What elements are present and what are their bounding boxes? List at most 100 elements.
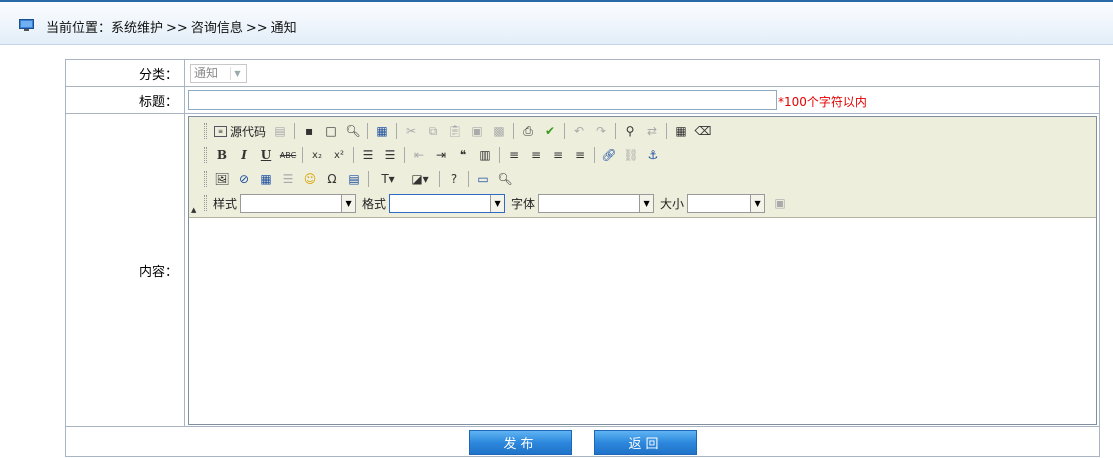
anchor-icon[interactable]: ⚓ bbox=[643, 145, 663, 165]
outdent-icon[interactable]: ⇤ bbox=[409, 145, 429, 165]
source-button[interactable]: ≡ 源代码 bbox=[211, 121, 269, 141]
format-label: 格式 bbox=[362, 196, 387, 211]
toolbar-separator bbox=[666, 123, 668, 139]
toolbar-separator bbox=[468, 171, 469, 187]
page-break-icon[interactable]: ▤ bbox=[344, 169, 364, 189]
font-label: 字体 bbox=[511, 196, 536, 211]
title-row: 标题： *100个字符以内 bbox=[66, 87, 1099, 114]
find-icon[interactable]: ⚲ bbox=[620, 121, 640, 141]
toolbar-separator bbox=[615, 123, 617, 139]
cut-icon[interactable]: ✂ bbox=[401, 121, 421, 141]
title-input[interactable] bbox=[188, 90, 777, 110]
align-left-icon[interactable]: ≡ bbox=[504, 145, 524, 165]
back-button[interactable]: 返回 bbox=[594, 430, 697, 455]
editor-content-area[interactable] bbox=[189, 219, 1096, 424]
about-icon[interactable]: ▣ bbox=[770, 193, 790, 213]
style-combo[interactable]: ▼ bbox=[240, 193, 357, 213]
underline-icon[interactable]: U bbox=[256, 145, 276, 165]
templates-icon[interactable]: ▦ bbox=[372, 121, 392, 141]
blockquote-icon[interactable]: ❝ bbox=[453, 145, 473, 165]
link-icon[interactable]: 🔗︎ bbox=[599, 145, 619, 165]
toolbar-separator bbox=[439, 171, 440, 187]
font-combo[interactable]: ▼ bbox=[538, 193, 655, 213]
category-select-value: 通知 bbox=[194, 66, 219, 80]
smiley-icon[interactable]: ☺ bbox=[300, 169, 320, 189]
subscript-icon[interactable]: x₂ bbox=[307, 145, 327, 165]
align-center-icon[interactable]: ≡ bbox=[526, 145, 546, 165]
spellcheck-icon[interactable]: ✔ bbox=[540, 121, 560, 141]
toolbar-separator bbox=[368, 171, 369, 187]
breadcrumb: 当前位置：系统维护 >> 咨询信息 >> 通知 bbox=[46, 17, 297, 36]
remove-format-icon[interactable]: ⌫ bbox=[693, 121, 713, 141]
source-label: 源代码 bbox=[230, 124, 267, 139]
toolbar-grip bbox=[204, 195, 207, 211]
size-label: 大小 bbox=[660, 196, 685, 211]
toolbar-row-3: 🖼︎ ⊘ ▦ ☰ ☺ Ω ▤ T▾ ◪▾ ? ▭ 🔍︎ bbox=[204, 168, 516, 190]
bold-icon[interactable]: B bbox=[212, 145, 232, 165]
align-justify-icon[interactable]: ≡ bbox=[570, 145, 590, 165]
bg-color-icon[interactable]: ◪▾ bbox=[405, 169, 435, 189]
breadcrumb-separator: >> bbox=[245, 21, 268, 36]
preview-icon[interactable]: 🔍︎ bbox=[343, 121, 363, 141]
bulleted-list-icon[interactable]: ☰ bbox=[380, 145, 400, 165]
paste-icon[interactable]: 📋︎ bbox=[445, 121, 465, 141]
breadcrumb-item-consult[interactable]: 咨询信息 bbox=[191, 21, 243, 36]
toolbar-row-2: B I U ABC x₂ x² ☰ ☰ ⇤ ⇥ ❝ ▥ ≡ ≡ ≡ ≡ 🔗︎ ⛓… bbox=[204, 144, 664, 166]
numbered-list-icon[interactable]: ☰ bbox=[358, 145, 378, 165]
toolbar-separator bbox=[396, 123, 398, 139]
align-right-icon[interactable]: ≡ bbox=[548, 145, 568, 165]
special-char-icon[interactable]: Ω bbox=[322, 169, 342, 189]
indent-icon[interactable]: ⇥ bbox=[431, 145, 451, 165]
source-icon: ≡ bbox=[214, 125, 227, 137]
toolbar-separator bbox=[499, 147, 500, 163]
select-all-icon[interactable]: ▦ bbox=[671, 121, 691, 141]
category-select[interactable]: 通知 ▼ bbox=[190, 64, 247, 83]
publish-button[interactable]: 发布 bbox=[469, 430, 572, 455]
copy-icon[interactable]: ⧉ bbox=[423, 121, 443, 141]
save-icon[interactable]: ▪ bbox=[299, 121, 319, 141]
image-icon[interactable]: 🖼︎ bbox=[212, 169, 232, 189]
strikethrough-icon[interactable]: ABC bbox=[278, 145, 298, 165]
toolbar-separator bbox=[302, 147, 303, 163]
italic-icon[interactable]: I bbox=[234, 145, 254, 165]
chevron-down-icon: ▼ bbox=[750, 194, 765, 212]
breadcrumb-item-system[interactable]: 系统维护 bbox=[111, 21, 163, 36]
help-icon[interactable]: ? bbox=[444, 169, 464, 189]
unlink-icon[interactable]: ⛓ bbox=[621, 145, 641, 165]
new-page-icon[interactable]: □ bbox=[321, 121, 341, 141]
chevron-down-icon: ▼ bbox=[639, 194, 654, 212]
replace-icon[interactable]: ⇄ bbox=[642, 121, 662, 141]
toolbar-grip bbox=[204, 147, 207, 163]
maximize-icon[interactable]: ▭ bbox=[473, 169, 493, 189]
template-icon[interactable]: ▤ bbox=[270, 121, 290, 141]
table-icon[interactable]: ▦ bbox=[256, 169, 276, 189]
div-icon[interactable]: ▥ bbox=[475, 145, 495, 165]
collapse-toolbar-icon[interactable]: ▲ bbox=[191, 207, 199, 214]
text-color-icon[interactable]: T▾ bbox=[373, 169, 403, 189]
size-combo[interactable]: ▼ bbox=[687, 193, 766, 213]
horizontal-rule-icon[interactable]: ☰ bbox=[278, 169, 298, 189]
style-label: 样式 bbox=[213, 196, 238, 211]
breadcrumb-separator: >> bbox=[166, 21, 188, 36]
show-blocks-icon[interactable]: 🔍︎ bbox=[495, 169, 515, 189]
undo-icon[interactable]: ↶ bbox=[569, 121, 589, 141]
superscript-icon[interactable]: x² bbox=[329, 145, 349, 165]
toolbar-separator bbox=[564, 123, 566, 139]
action-row: 发布 返回 bbox=[66, 427, 1099, 458]
editor-toolbar: ≡ 源代码 ▤ ▪ □ 🔍︎ ▦ ✂ ⧉ 📋︎ ▣ ▩ ⎙ ✔ ↶ ↷ ⚲ ⇄ … bbox=[189, 117, 1096, 218]
monitor-icon bbox=[19, 19, 34, 31]
paste-text-icon[interactable]: ▣ bbox=[467, 121, 487, 141]
format-combo[interactable]: ▼ bbox=[389, 193, 506, 213]
redo-icon[interactable]: ↷ bbox=[591, 121, 611, 141]
rich-text-editor: ≡ 源代码 ▤ ▪ □ 🔍︎ ▦ ✂ ⧉ 📋︎ ▣ ▩ ⎙ ✔ ↶ ↷ ⚲ ⇄ … bbox=[188, 116, 1097, 425]
title-label: 标题： bbox=[66, 87, 185, 113]
flash-icon[interactable]: ⊘ bbox=[234, 169, 254, 189]
title-hint: *100个字符以内 bbox=[778, 95, 867, 109]
toolbar-row-1: ≡ 源代码 ▤ ▪ □ 🔍︎ ▦ ✂ ⧉ 📋︎ ▣ ▩ ⎙ ✔ ↶ ↷ ⚲ ⇄ … bbox=[204, 120, 714, 142]
breadcrumb-prefix: 当前位置： bbox=[46, 21, 112, 36]
paste-word-icon[interactable]: ▩ bbox=[489, 121, 509, 141]
chevron-down-icon: ▼ bbox=[230, 67, 244, 80]
toolbar-grip bbox=[204, 171, 207, 187]
toolbar-separator bbox=[594, 147, 595, 163]
print-icon[interactable]: ⎙ bbox=[518, 121, 538, 141]
